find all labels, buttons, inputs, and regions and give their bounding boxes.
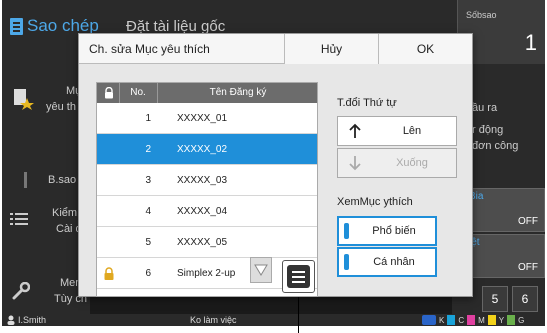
triangle-down-icon	[254, 264, 268, 276]
hamburger-icon	[287, 265, 310, 288]
row-number: 6	[145, 268, 151, 279]
common-label: Phổ biến	[372, 225, 416, 237]
separate-value: OFF	[518, 262, 538, 273]
header-name: Tên Đăng ký	[209, 87, 267, 98]
ink-label-g: G	[518, 315, 525, 325]
row-name: Simplex 2-up	[177, 268, 236, 279]
toggle-indicator	[344, 254, 349, 270]
header-separator	[119, 83, 120, 103]
menu-customize-button[interactable]: Men Tùy ch	[2, 268, 90, 314]
favorites-button[interactable]: Mụ yêu th	[2, 72, 90, 132]
ink-swatch-m	[467, 315, 476, 325]
left-panel: Mụ yêu th B.sao Kiểm Cài đ Men Tùy ch	[2, 64, 90, 314]
table-row[interactable]: 5 XXXXX_05	[97, 227, 317, 258]
check-settings-button[interactable]: Kiểm Cài đ	[2, 200, 90, 246]
status-mode: Ko làm việc	[190, 315, 237, 325]
list-icon	[10, 213, 28, 225]
row-name: XXXXX_05	[177, 237, 228, 248]
callout-line	[298, 297, 299, 333]
row-name: XXXXX_04	[177, 206, 228, 217]
page-6-button[interactable]: 6	[512, 286, 538, 312]
table-header: No. Tên Đăng ký	[97, 83, 317, 103]
copy-icon	[10, 17, 23, 35]
status-user: I.Smith	[18, 315, 47, 325]
table-row[interactable]: 4 XXXXX_04	[97, 196, 317, 227]
favorite-doc-icon	[14, 89, 34, 110]
ink-label-y: Y	[498, 315, 505, 325]
row-number: 2	[145, 144, 151, 155]
auto-label-2: đơn công	[472, 140, 519, 152]
page-5-button[interactable]: 5	[482, 286, 508, 312]
row-number: 4	[145, 206, 151, 217]
wrench-icon	[12, 282, 30, 300]
status-bar: I.Smith Ko làm việc K C M Y G	[2, 314, 545, 326]
bsao-indicator	[24, 172, 27, 188]
bsao-label: B.sao	[48, 174, 77, 186]
ink-label-k: K	[439, 315, 445, 325]
move-up-label: Lên	[402, 125, 422, 137]
arrow-up-icon	[349, 123, 361, 138]
common-toggle[interactable]: Phổ biến	[337, 216, 437, 246]
auto-label-1: r động	[472, 124, 504, 136]
dialog-header: Ch. sửa Mục yêu thích Hủy OK	[79, 34, 472, 64]
output-label: ầu ra	[472, 102, 498, 114]
favorites-label-2: yêu th	[46, 101, 76, 113]
ink-status-icon	[422, 315, 436, 325]
edit-favorites-dialog: Ch. sửa Mục yêu thích Hủy OK No. Tên Đăn…	[78, 33, 473, 297]
row-number: 5	[145, 237, 151, 248]
ok-button[interactable]: OK	[378, 34, 472, 64]
row-name: XXXXX_01	[177, 113, 228, 124]
bsao-button[interactable]: B.sao	[2, 166, 90, 196]
copies-label: Sốbsao	[466, 10, 497, 20]
row-number: 3	[145, 175, 151, 186]
scroll-down-button[interactable]	[250, 257, 272, 283]
lock-icon	[104, 267, 114, 280]
personal-toggle[interactable]: Cá nhân	[337, 247, 437, 277]
ink-label-m: M	[478, 315, 485, 325]
cover-value: OFF	[518, 216, 538, 227]
order-label: T.đổi Thứ tự	[337, 97, 397, 109]
ink-levels: K C M Y G	[422, 315, 524, 325]
check-label-1: Kiểm	[52, 207, 78, 219]
row-name: XXXXX_03	[177, 175, 228, 186]
move-up-button[interactable]: Lên	[337, 116, 457, 146]
arrow-down-icon	[349, 156, 361, 171]
table-row[interactable]: 1 XXXXX_01	[97, 103, 317, 134]
view-label: XemMục ythích	[337, 196, 413, 208]
lock-header-icon	[105, 87, 113, 99]
ink-swatch-c	[447, 315, 456, 325]
move-down-label: Xuống	[396, 157, 428, 169]
ink-label-c: C	[458, 315, 465, 325]
row-number: 1	[145, 113, 151, 124]
toggle-indicator	[344, 223, 349, 239]
cancel-button[interactable]: Hủy	[284, 34, 378, 64]
header-no: No.	[130, 87, 146, 98]
ink-swatch-y	[487, 315, 496, 325]
move-down-button[interactable]: Xuống	[337, 148, 457, 178]
table-row[interactable]: 2 XXXXX_02	[97, 134, 317, 165]
personal-label: Cá nhân	[373, 256, 415, 268]
menu-button[interactable]	[282, 260, 315, 293]
row-name: XXXXX_02	[177, 144, 228, 155]
user-icon	[7, 315, 15, 325]
ink-swatch-g	[507, 315, 516, 325]
dialog-title: Ch. sửa Mục yêu thích	[89, 42, 210, 56]
copies-value: 1	[524, 30, 537, 55]
table-row[interactable]: 3 XXXXX_03	[97, 165, 317, 196]
